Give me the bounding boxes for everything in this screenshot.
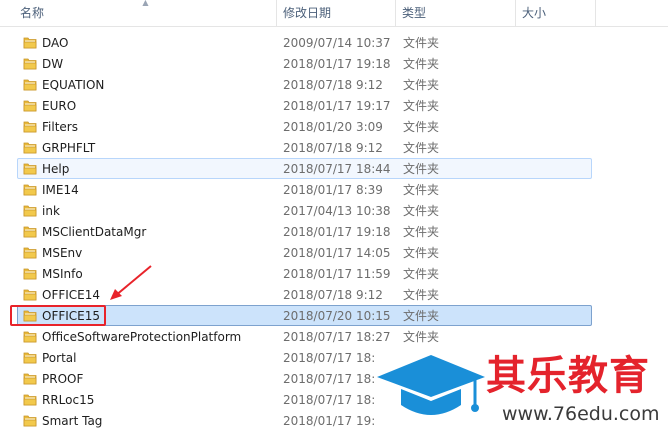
folder-icon [23, 331, 37, 343]
file-type: 文件夹 [403, 246, 440, 260]
file-type: 文件夹 [403, 183, 440, 197]
folder-icon [23, 226, 37, 238]
file-date-modified: 2017/04/13 10:38 [283, 204, 391, 218]
column-header-date-label: 修改日期 [283, 6, 332, 20]
folder-icon [23, 352, 37, 364]
folder-icon [23, 142, 37, 154]
list-item[interactable]: OfficeSoftwareProtectionPlatform 2018/07/… [17, 326, 592, 347]
file-name: OfficeSoftwareProtectionPlatform [42, 330, 242, 344]
watermark-url: www.76edu.com [502, 403, 660, 425]
file-name: OFFICE14 [42, 288, 101, 302]
file-name: IME14 [42, 183, 79, 197]
file-name: DAO [42, 36, 69, 50]
file-name: MSClientDataMgr [42, 225, 147, 239]
folder-icon [23, 79, 37, 91]
folder-icon [23, 100, 37, 112]
file-type: 文件夹 [403, 99, 440, 113]
list-item[interactable]: Filters 2018/01/20 3:09 文件夹 [17, 116, 592, 137]
file-date-modified: 2018/01/17 19:17 [283, 99, 391, 113]
list-item[interactable]: MSClientDataMgr 2018/01/17 19:18 文件夹 [17, 221, 592, 242]
list-item[interactable]: Help 2018/07/17 18:44 文件夹 [17, 158, 592, 179]
file-date-modified: 2018/01/20 3:09 [283, 120, 383, 134]
column-header-date-modified[interactable]: 修改日期 [276, 0, 395, 26]
folder-icon [23, 289, 37, 301]
file-type: 文件夹 [403, 330, 440, 344]
folder-icon [23, 58, 37, 70]
file-type: 文件夹 [403, 78, 440, 92]
watermark-title: 其乐教育 [486, 353, 650, 399]
file-name: EQUATION [42, 78, 105, 92]
file-type: 文件夹 [403, 162, 440, 176]
file-type: 文件夹 [403, 204, 440, 218]
folder-icon [23, 205, 37, 217]
list-item[interactable]: EURO 2018/01/17 19:17 文件夹 [17, 95, 592, 116]
file-type: 文件夹 [403, 57, 440, 71]
file-name: Smart Tag [42, 414, 103, 428]
folder-icon [23, 415, 37, 427]
column-header-type[interactable]: 类型 [395, 0, 515, 26]
folder-icon [23, 37, 37, 49]
file-type: 文件夹 [403, 225, 440, 239]
column-header-size-label: 大小 [522, 6, 547, 20]
annotation-highlight-box [10, 305, 106, 326]
column-header-name-label: 名称 [20, 6, 45, 20]
graduation-cap-logo-icon [377, 355, 485, 415]
file-date-modified: 2018/01/17 14:05 [283, 246, 391, 260]
file-name: Help [42, 162, 70, 176]
list-item[interactable]: MSEnv 2018/01/17 14:05 文件夹 [17, 242, 592, 263]
column-header-type-label: 类型 [402, 6, 427, 20]
list-item[interactable]: EQUATION 2018/07/18 9:12 文件夹 [17, 74, 592, 95]
file-type: 文件夹 [403, 141, 440, 155]
file-name: Filters [42, 120, 78, 134]
file-name: EURO [42, 99, 77, 113]
file-date-modified: 2018/07/20 10:15 [283, 309, 391, 323]
file-date-modified: 2018/01/17 19:18 [283, 225, 391, 239]
file-name: DW [42, 57, 64, 71]
folder-icon [23, 268, 37, 280]
folder-icon [23, 394, 37, 406]
list-item[interactable]: GRPHFLT 2018/07/18 9:12 文件夹 [17, 137, 592, 158]
file-date-modified: 2018/01/17 8:39 [283, 183, 383, 197]
file-type: 文件夹 [403, 288, 440, 302]
file-type: 文件夹 [403, 120, 440, 134]
list-item[interactable]: IME14 2018/01/17 8:39 文件夹 [17, 179, 592, 200]
folder-icon [23, 373, 37, 385]
file-name: RRLoc15 [42, 393, 95, 407]
file-date-modified: 2018/01/17 19:18 [283, 57, 391, 71]
list-item[interactable]: MSInfo 2018/01/17 11:59 文件夹 [17, 263, 592, 284]
list-item[interactable]: ink 2017/04/13 10:38 文件夹 [17, 200, 592, 221]
file-date-modified: 2018/07/18 9:12 [283, 288, 383, 302]
folder-icon [23, 247, 37, 259]
column-header-filler [595, 0, 668, 26]
sort-ascending-icon: ▲ [142, 0, 149, 7]
column-header-size[interactable]: 大小 [515, 0, 595, 26]
folder-icon [23, 184, 37, 196]
file-name: GRPHFLT [42, 141, 96, 155]
file-type: 文件夹 [403, 36, 440, 50]
file-date-modified: 2018/07/18 9:12 [283, 141, 383, 155]
file-date-modified: 2018/01/17 11:59 [283, 267, 391, 281]
folder-icon [23, 121, 37, 133]
file-name: PROOF [42, 372, 84, 386]
list-item[interactable]: DW 2018/01/17 19:18 文件夹 [17, 53, 592, 74]
folder-icon [23, 163, 37, 175]
list-item[interactable]: OFFICE14 2018/07/18 9:12 文件夹 [17, 284, 592, 305]
file-date-modified: 2018/07/17 18:27 [283, 330, 391, 344]
file-name: Portal [42, 351, 77, 365]
file-name: MSInfo [42, 267, 83, 281]
file-type: 文件夹 [403, 267, 440, 281]
file-date-modified: 2009/07/14 10:37 [283, 36, 391, 50]
annotation-arrow-icon [110, 265, 152, 300]
file-name: MSEnv [42, 246, 83, 260]
list-item[interactable]: DAO 2009/07/14 10:37 文件夹 [17, 32, 592, 53]
column-header-bar: 名称 ▲ 修改日期 类型 大小 [0, 0, 668, 27]
file-name: ink [42, 204, 60, 218]
file-date-modified: 2018/07/17 18:44 [283, 162, 391, 176]
file-date-modified: 2018/07/18 9:12 [283, 78, 383, 92]
file-type: 文件夹 [403, 309, 440, 323]
